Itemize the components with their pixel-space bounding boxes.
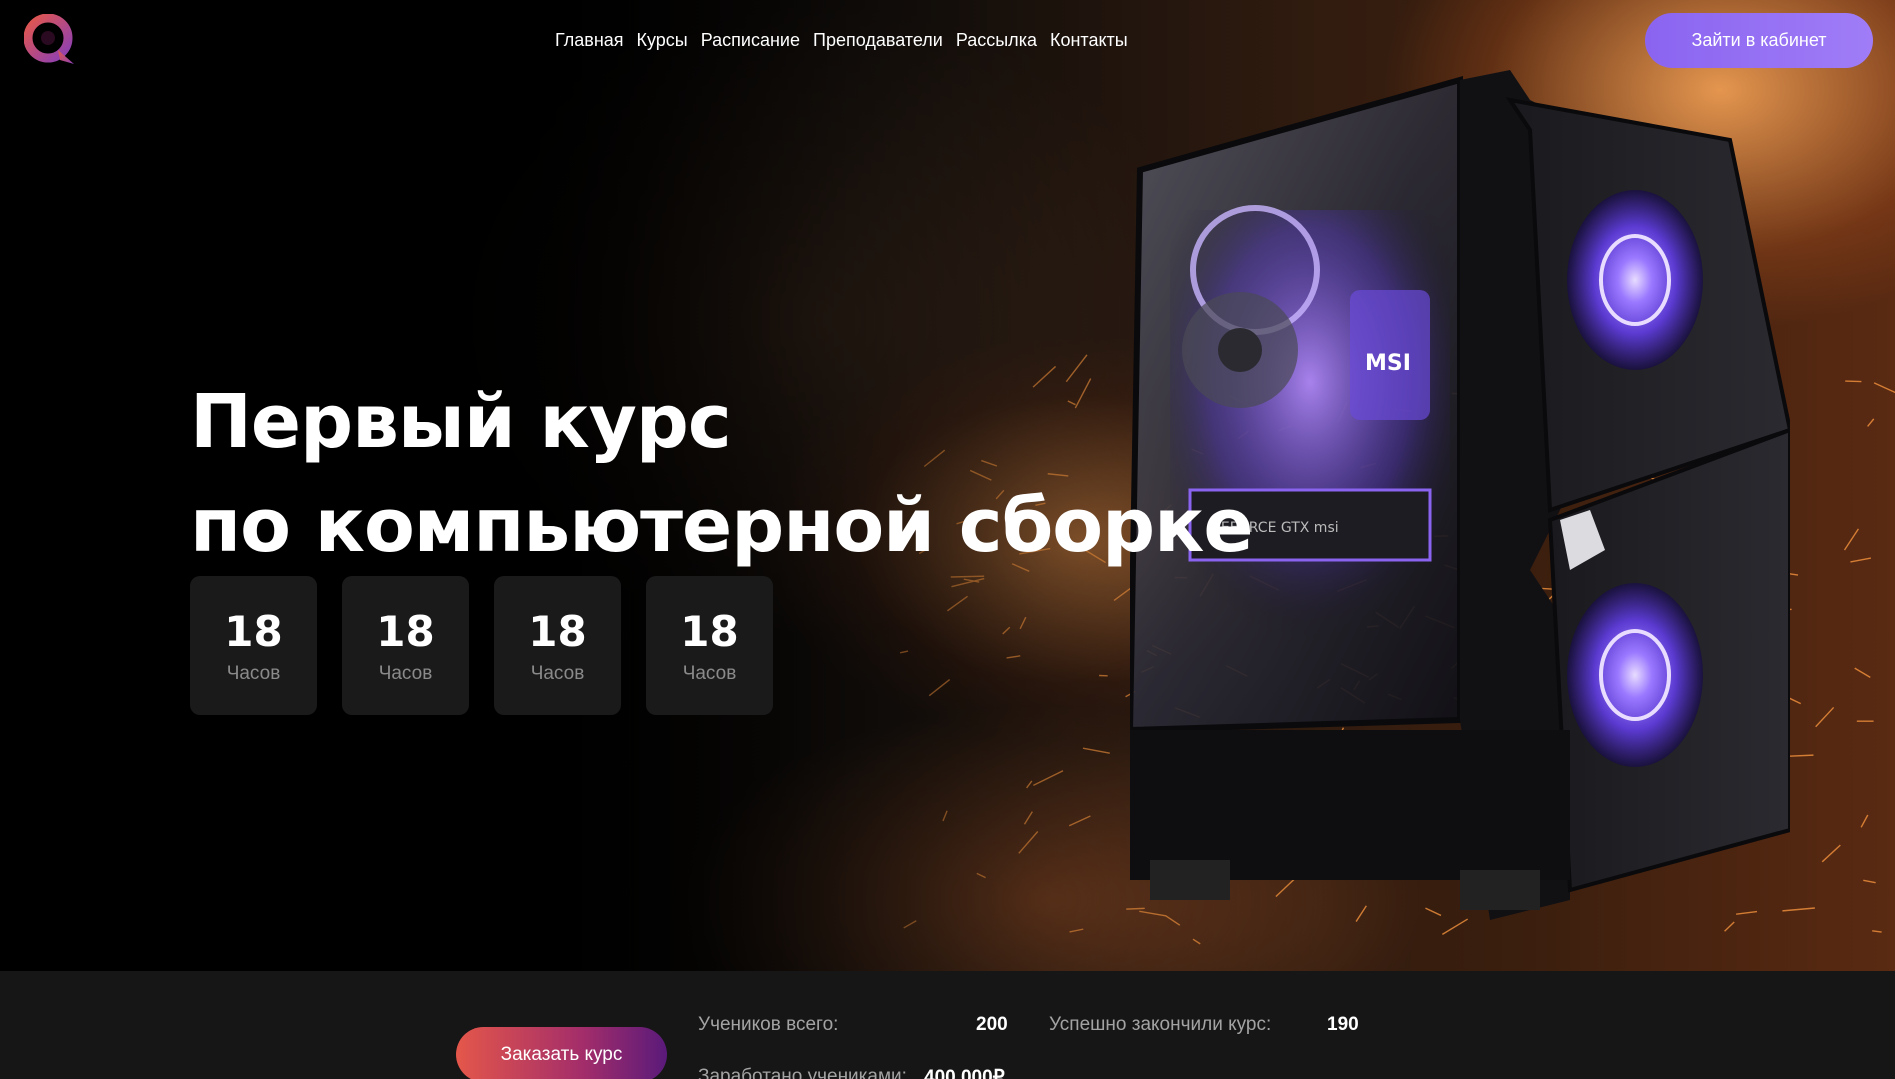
- stats-section: Заказать курс Учеников всего: 200 Успешн…: [0, 971, 1895, 1079]
- nav-item-courses[interactable]: Курсы: [637, 30, 688, 51]
- countdown-box: 18 Часов: [342, 576, 469, 715]
- hero-title-line-2: по компьютерной сборке: [190, 483, 1254, 569]
- nav-item-newsletter[interactable]: Рассылка: [956, 30, 1037, 51]
- countdown-label: Часов: [682, 662, 737, 684]
- countdown-label: Часов: [226, 662, 281, 684]
- q-logo-icon[interactable]: [24, 14, 76, 64]
- earned-label: Заработано учениками:: [698, 1066, 907, 1079]
- earned-value: 400 000₽: [924, 1067, 1005, 1079]
- countdown-label: Часов: [378, 662, 433, 684]
- order-course-button[interactable]: Заказать курс: [456, 1027, 667, 1079]
- graduated-value: 190: [1327, 1014, 1359, 1035]
- countdown-box: 18 Часов: [190, 576, 317, 715]
- countdown-value: 18: [680, 606, 739, 656]
- countdown-value: 18: [528, 606, 587, 656]
- countdown-timer: 18 Часов 18 Часов 18 Часов 18 Часов: [190, 576, 773, 715]
- svg-text:MSI: MSI: [1365, 351, 1411, 376]
- countdown-label: Часов: [530, 662, 585, 684]
- countdown-value: 18: [224, 606, 283, 656]
- countdown-box: 18 Часов: [646, 576, 773, 715]
- students-total-label: Учеников всего:: [698, 1014, 839, 1035]
- graduated-label: Успешно закончили курс:: [1049, 1014, 1272, 1035]
- nav-item-home[interactable]: Главная: [555, 30, 624, 51]
- students-total-value: 200: [976, 1014, 1008, 1035]
- countdown-box: 18 Часов: [494, 576, 621, 715]
- hero-section: MSI GEFORCE GTX msi Главная Курсы Распис…: [0, 0, 1895, 971]
- nav-item-teachers[interactable]: Преподаватели: [813, 30, 943, 51]
- nav-item-schedule[interactable]: Расписание: [701, 30, 800, 51]
- hero-title: Первый курс по компьютерной сборке: [190, 370, 1254, 578]
- nav-item-contacts[interactable]: Контакты: [1050, 30, 1128, 51]
- login-button[interactable]: Зайти в кабинет: [1645, 13, 1873, 68]
- main-nav: Главная Курсы Расписание Преподаватели Р…: [555, 30, 1128, 51]
- countdown-value: 18: [376, 606, 435, 656]
- hero-title-line-1: Первый курс: [190, 379, 732, 465]
